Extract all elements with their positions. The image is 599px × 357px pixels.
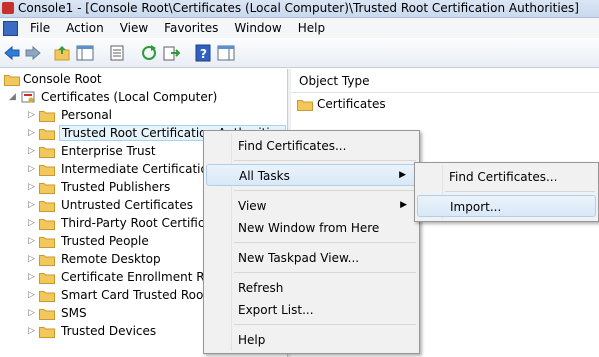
folder-icon — [39, 327, 55, 338]
folder-icon — [39, 201, 55, 212]
title-bar: Console1 - [Console Root\Certificates (L… — [0, 0, 599, 18]
submenu-arrow-icon: ▶ — [400, 200, 407, 210]
folder-icon — [39, 255, 55, 266]
menu-item-new-window[interactable]: New Window from Here — [206, 217, 417, 239]
submenu-item-import[interactable]: Import... — [417, 195, 596, 217]
menu-help[interactable]: Help — [290, 20, 333, 37]
column-header-object-type[interactable]: Object Type — [291, 72, 599, 93]
folder-icon — [297, 100, 313, 111]
menu-item-find-certificates[interactable]: Find Certificates... — [206, 135, 417, 157]
folder-icon — [39, 219, 55, 230]
folder-icon — [39, 309, 55, 320]
submenu-arrow-icon: ▶ — [399, 170, 406, 180]
back-icon[interactable] — [3, 44, 21, 62]
menu-item-new-taskpad-view[interactable]: New Taskpad View... — [206, 247, 417, 269]
menu-separator — [234, 190, 416, 191]
forward-icon[interactable] — [24, 44, 42, 62]
collapsed-arrow-icon[interactable]: ▷ — [28, 219, 36, 228]
show-hide-action-pane-icon[interactable] — [217, 44, 235, 62]
context-menu: Find Certificates... All Tasks ▶ View ▶ … — [203, 130, 420, 354]
folder-icon — [39, 165, 55, 176]
collapsed-arrow-icon[interactable]: ▷ — [28, 327, 36, 336]
menu-item-all-tasks[interactable]: All Tasks ▶ — [206, 164, 417, 186]
collapsed-arrow-icon[interactable]: ▷ — [28, 255, 36, 264]
menu-item-export-list[interactable]: Export List... — [206, 299, 417, 321]
menu-item-refresh[interactable]: Refresh — [206, 277, 417, 299]
menu-view[interactable]: View — [112, 20, 156, 37]
menu-separator — [234, 160, 416, 161]
show-hide-tree-icon[interactable] — [76, 44, 94, 62]
menu-favorites[interactable]: Favorites — [156, 20, 226, 37]
expanded-arrow-icon[interactable]: ◢ — [9, 93, 17, 102]
refresh-icon[interactable] — [140, 44, 158, 62]
menu-action[interactable]: Action — [58, 20, 112, 37]
help-icon[interactable]: ? — [194, 44, 212, 62]
folder-icon — [39, 291, 55, 302]
collapsed-arrow-icon[interactable]: ▷ — [28, 147, 36, 156]
window-title: Console1 - [Console Root\Certificates (L… — [18, 1, 579, 15]
menu-bar: File Action View Favorites Window Help — [0, 18, 599, 38]
collapsed-arrow-icon[interactable]: ▷ — [28, 111, 36, 120]
svg-text:?: ? — [200, 47, 207, 61]
folder-icon — [39, 129, 55, 140]
submenu-item-find-certificates[interactable]: Find Certificates... — [417, 166, 596, 188]
collapsed-arrow-icon[interactable]: ▷ — [28, 237, 36, 246]
collapsed-arrow-icon[interactable]: ▷ — [28, 273, 36, 282]
folder-icon — [39, 111, 55, 122]
menu-file[interactable]: File — [22, 20, 58, 37]
properties-icon[interactable] — [108, 44, 126, 62]
collapsed-arrow-icon[interactable]: ▷ — [28, 309, 36, 318]
mmc-app-icon — [2, 2, 14, 14]
toolbar: ? — [0, 39, 599, 68]
certificates-snapin-icon — [21, 91, 35, 103]
collapsed-arrow-icon[interactable]: ▷ — [28, 129, 36, 138]
folder-icon — [39, 273, 55, 284]
folder-icon — [39, 183, 55, 194]
folder-icon — [39, 237, 55, 248]
menu-separator — [234, 272, 416, 273]
menu-item-help[interactable]: Help — [206, 329, 417, 351]
export-list-icon[interactable] — [162, 44, 180, 62]
menu-separator — [234, 242, 416, 243]
console-icon[interactable] — [3, 21, 18, 36]
collapsed-arrow-icon[interactable]: ▷ — [28, 165, 36, 174]
collapsed-arrow-icon[interactable]: ▷ — [28, 201, 36, 210]
folder-icon — [39, 147, 55, 158]
menu-separator — [445, 191, 595, 192]
collapsed-arrow-icon[interactable]: ▷ — [28, 183, 36, 192]
folder-icon — [4, 75, 20, 86]
menu-item-view[interactable]: View ▶ — [206, 195, 417, 217]
menu-window[interactable]: Window — [226, 20, 289, 37]
up-folder-icon[interactable] — [53, 44, 71, 62]
all-tasks-submenu: Find Certificates... Import... — [414, 162, 599, 222]
menu-separator — [234, 324, 416, 325]
collapsed-arrow-icon[interactable]: ▷ — [28, 291, 36, 300]
